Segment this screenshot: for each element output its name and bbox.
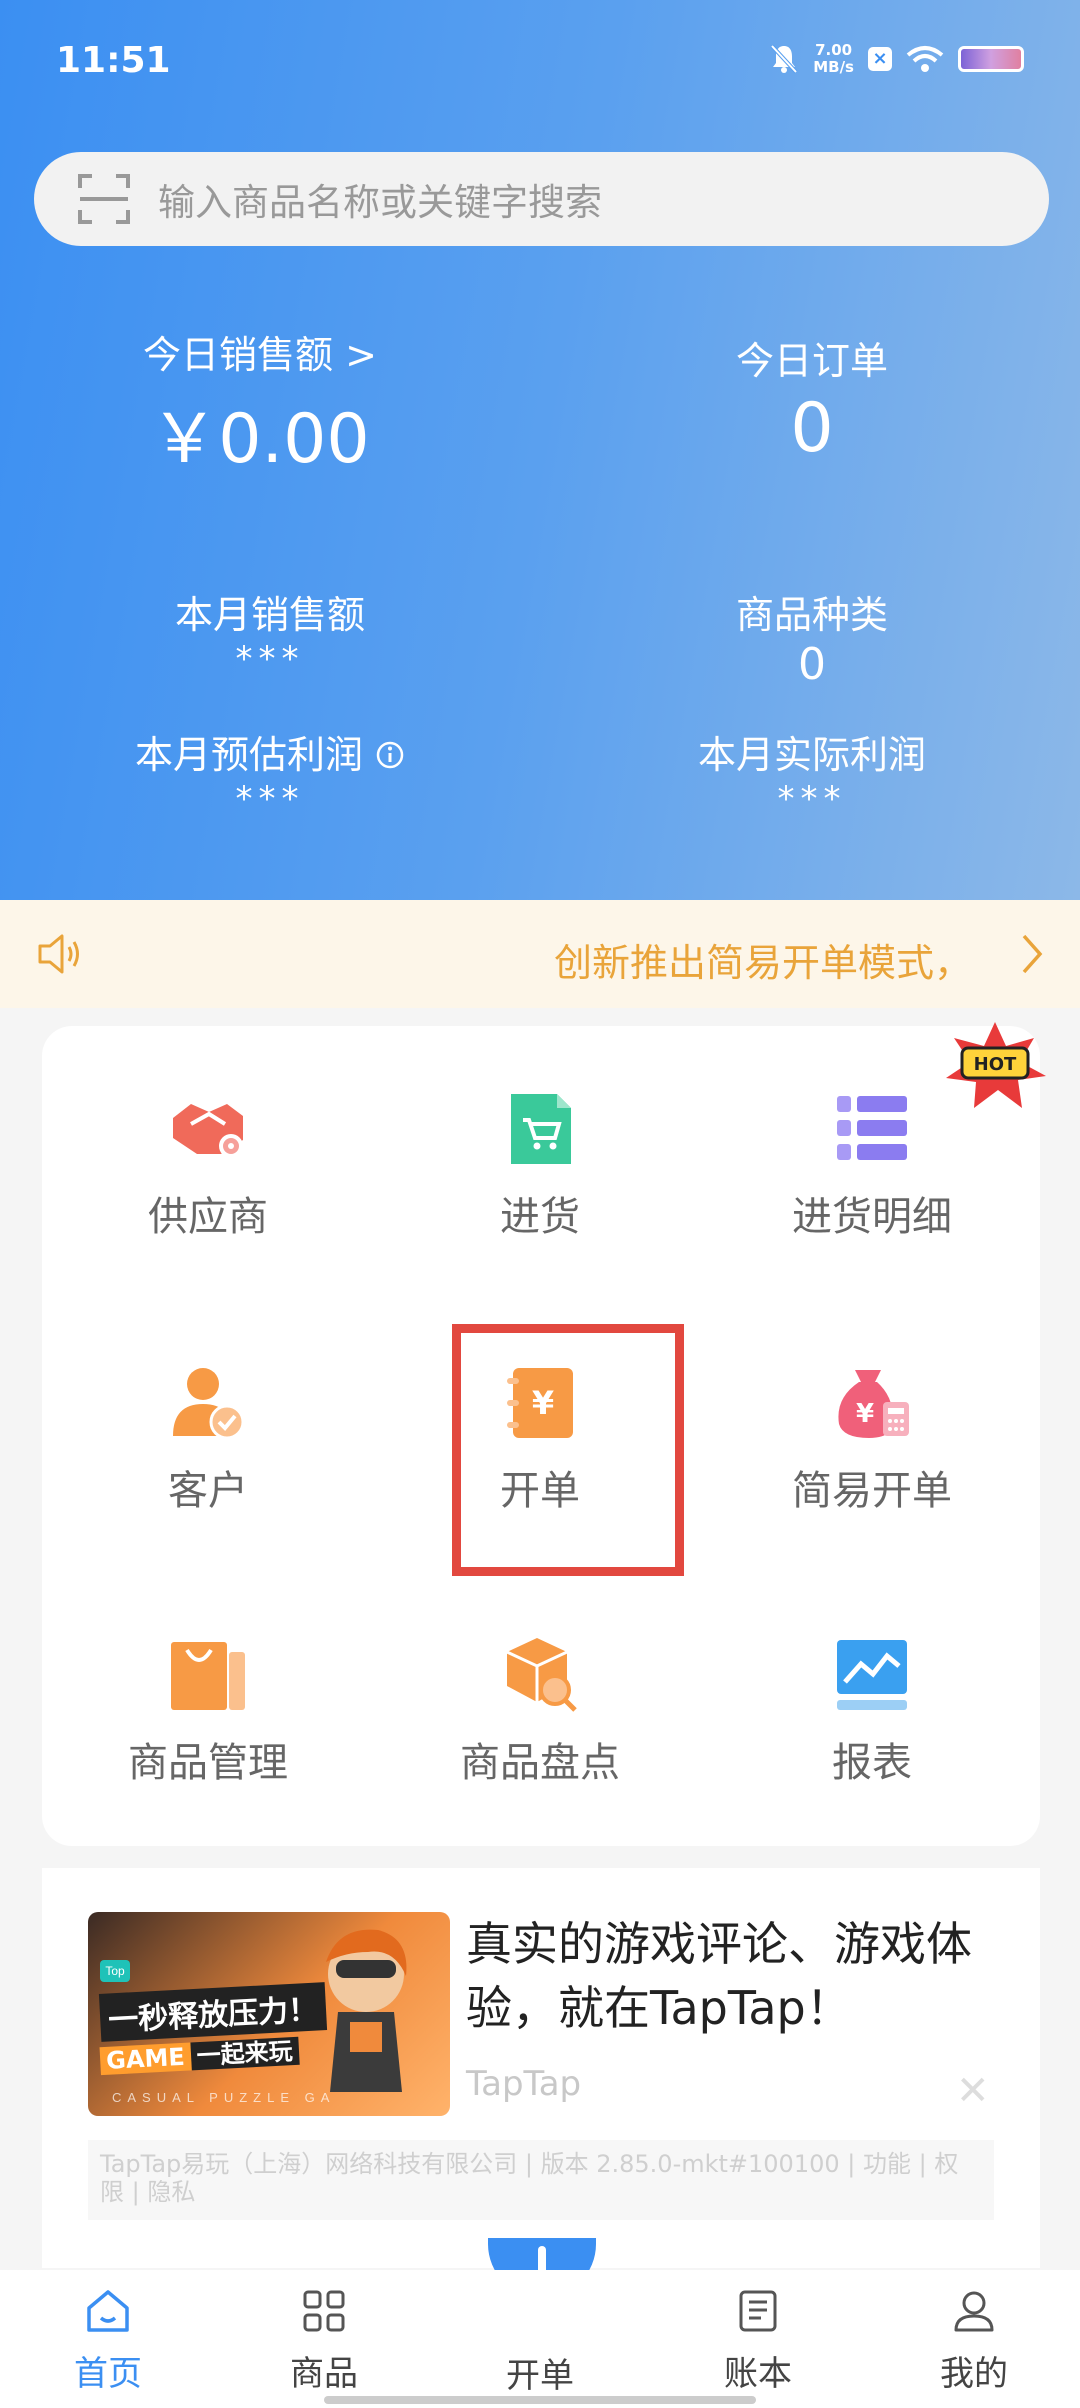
search-bar[interactable]: 输入商品名称或关键字搜索 <box>34 152 1049 246</box>
product-types-value: 0 <box>798 639 826 690</box>
nav-ledger[interactable]: 账本 <box>688 2288 828 2395</box>
ad-card[interactable]: Top 一秒释放压力！ GAME 一起来玩 CASUAL PUZZLE GA 真实… <box>42 1868 1040 2268</box>
list-icon <box>833 1090 911 1168</box>
handshake-icon <box>169 1090 247 1168</box>
search-input[interactable]: 输入商品名称或关键字搜索 <box>158 172 602 226</box>
today-sales-value: ￥0.00 <box>150 400 370 479</box>
bottom-nav: 首页 商品 开单 账本 我的 <box>0 2270 1080 2408</box>
speaker-icon <box>38 934 79 974</box>
grid-icon <box>301 2288 347 2334</box>
today-orders-value: 0 <box>790 389 834 468</box>
product-types: 商品种类 0 <box>662 584 962 690</box>
nav-label: 账本 <box>724 2354 792 2394</box>
month-est-profit-value: *** <box>235 779 305 819</box>
nav-profile[interactable]: 我的 <box>904 2288 1044 2395</box>
grid-item-purchase[interactable]: 进货 <box>374 1090 706 1242</box>
scan-icon[interactable] <box>78 174 130 224</box>
battery-icon <box>958 46 1024 72</box>
svg-text:¥: ¥ <box>856 1399 874 1429</box>
month-est-profit: 本月预估利润 *** <box>110 724 430 819</box>
notice-bar[interactable]: 创新推出简易开单模式， <box>0 900 1080 1008</box>
money-bag-icon: ¥ <box>833 1364 911 1442</box>
status-bar: 11:51 7.00 MB/s × <box>0 0 1080 120</box>
chevron-right-icon[interactable] <box>1018 932 1046 976</box>
grid-label: 供应商 <box>148 1194 268 1240</box>
today-sales-label: 今日销售额 <box>143 333 334 377</box>
ad-title[interactable]: 真实的游戏评论、游戏体验，就在TapTap！ <box>466 1912 1006 2040</box>
grid-label: 商品管理 <box>128 1740 288 1786</box>
user-check-icon <box>169 1364 247 1442</box>
taptap-logo: Top <box>100 1960 130 1982</box>
net-speed-unit: MB/s <box>813 58 854 76</box>
status-icons: 7.00 MB/s × <box>769 42 1024 76</box>
net-speed: 7.00 MB/s <box>813 42 854 76</box>
month-sales: 本月销售额 *** <box>120 584 420 679</box>
ad-image-game: GAME <box>99 2042 192 2076</box>
ad-character <box>298 1922 428 2112</box>
grid-item-product-management[interactable]: 商品管理 <box>42 1636 374 1788</box>
ad-footer: TapTap易玩（上海）网络科技有限公司 | 版本 2.85.0-mkt#100… <box>88 2140 994 2220</box>
grid-item-inventory-check[interactable]: 商品盘点 <box>374 1636 706 1788</box>
month-est-profit-label: 本月预估利润 <box>134 733 363 777</box>
chevron-right-icon: > <box>345 333 377 377</box>
close-icon[interactable]: ✕ <box>956 2068 990 2114</box>
info-icon[interactable] <box>375 740 405 770</box>
month-sales-value: *** <box>235 639 305 679</box>
net-speed-value: 7.00 <box>815 41 853 59</box>
svg-text:HOT: HOT <box>974 1054 1017 1075</box>
highlight-box <box>452 1324 684 1576</box>
ad-image-play-together: 一起来玩 <box>189 2036 300 2071</box>
today-orders-label: 今日订单 <box>735 339 888 383</box>
grid-item-customer[interactable]: 客户 <box>42 1364 374 1516</box>
month-actual-profit: 本月实际利润 *** <box>662 724 962 819</box>
month-actual-profit-label: 本月实际利润 <box>697 733 926 777</box>
ad-image[interactable]: Top 一秒释放压力！ GAME 一起来玩 CASUAL PUZZLE GA <box>88 1912 450 2116</box>
chart-icon <box>833 1636 911 1714</box>
grid-label: 客户 <box>168 1468 248 1514</box>
user-icon <box>951 2288 997 2334</box>
box-search-icon <box>501 1636 579 1714</box>
nav-label: 开单 <box>506 2356 574 2396</box>
nav-label: 商品 <box>290 2354 358 2394</box>
nav-create-order[interactable]: 开单 <box>470 2348 610 2397</box>
today-sales[interactable]: 今日销售额 > ￥0.00 <box>110 324 410 482</box>
notice-text: 创新推出简易开单模式， <box>553 941 972 985</box>
month-sales-label: 本月销售额 <box>174 593 365 637</box>
grid-label: 商品盘点 <box>460 1740 620 1786</box>
mute-bell-icon <box>770 44 798 74</box>
ad-source: TapTap <box>466 2064 582 2104</box>
status-time: 11:51 <box>56 40 171 81</box>
shopping-bag-icon <box>169 1636 247 1714</box>
hot-sticker-icon: HOT <box>940 1020 1050 1110</box>
grid-label: 简易开单 <box>792 1468 952 1514</box>
nav-products[interactable]: 商品 <box>254 2288 394 2395</box>
home-icon <box>85 2288 131 2334</box>
month-actual-profit-value: *** <box>777 779 847 819</box>
today-orders: 今日订单 0 <box>662 330 962 468</box>
close-notification-icon: × <box>868 47 892 71</box>
grid-label: 进货 <box>500 1194 580 1240</box>
home-indicator <box>324 2396 756 2404</box>
grid-item-supplier[interactable]: 供应商 <box>42 1090 374 1242</box>
grid-label: 进货明细 <box>792 1194 952 1240</box>
grid-item-simple-order[interactable]: ¥ 简易开单 <box>706 1364 1038 1516</box>
wifi-icon <box>906 46 944 72</box>
nav-label: 首页 <box>74 2354 142 2394</box>
nav-home[interactable]: 首页 <box>38 2288 178 2395</box>
grid-item-reports[interactable]: 报表 <box>706 1636 1038 1788</box>
product-types-label: 商品种类 <box>735 593 888 637</box>
grid-item-purchase-detail[interactable]: 进货明细 <box>706 1090 1038 1242</box>
ledger-icon <box>735 2288 781 2334</box>
nav-label: 我的 <box>940 2354 1008 2394</box>
grid-label: 报表 <box>832 1740 912 1786</box>
cart-doc-icon <box>501 1090 579 1168</box>
